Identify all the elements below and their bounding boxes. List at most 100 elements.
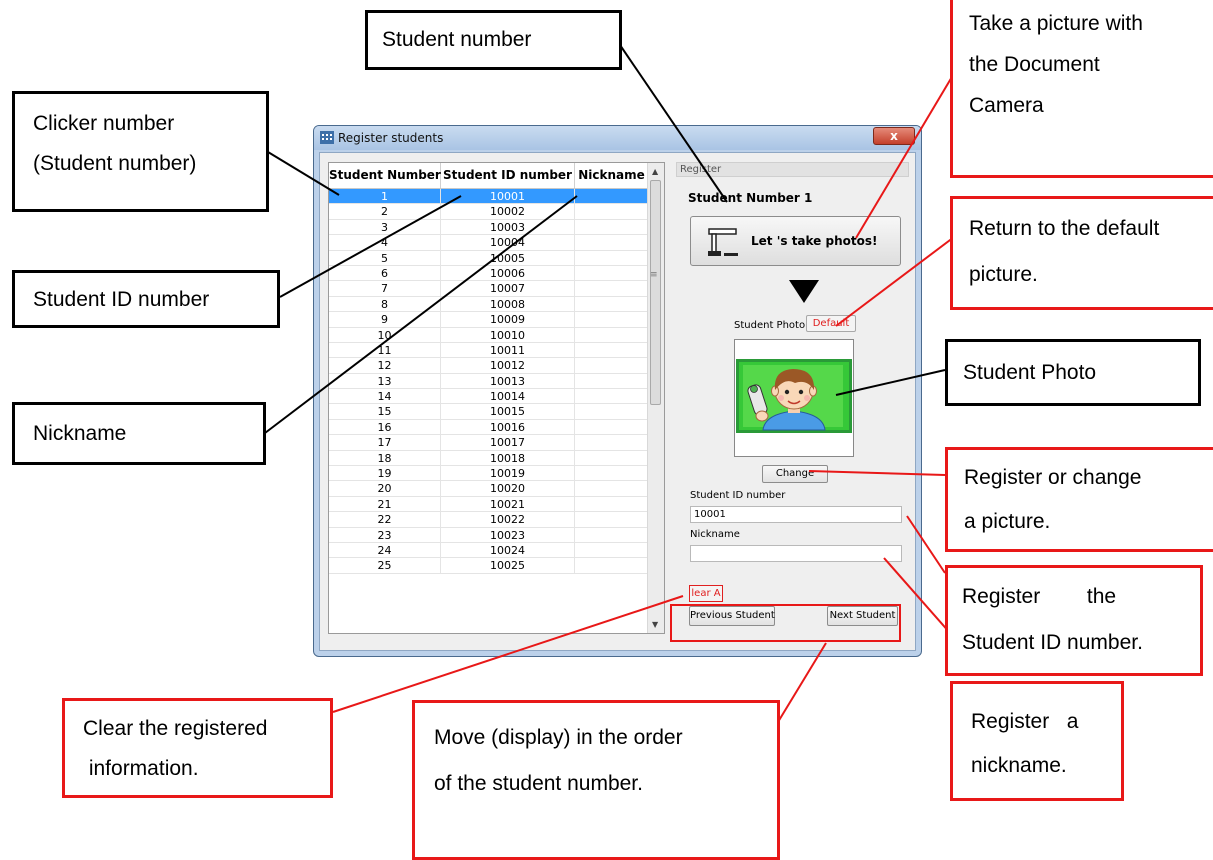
nickname-cell[interactable] <box>575 466 649 482</box>
nickname-cell[interactable] <box>575 435 649 451</box>
table-row[interactable]: 18 10018 <box>329 450 664 467</box>
student-number-cell[interactable]: 20 <box>329 481 441 497</box>
table-row[interactable]: 8 10008 <box>329 296 664 313</box>
student-number-cell[interactable]: 8 <box>329 296 441 313</box>
nickname-cell[interactable] <box>575 189 649 205</box>
table-row[interactable]: 15 10015 <box>329 404 664 420</box>
nickname-cell[interactable] <box>575 312 649 328</box>
nickname-cell[interactable] <box>575 342 649 359</box>
nickname-cell[interactable] <box>575 419 649 436</box>
student-number-cell[interactable]: 14 <box>329 389 441 405</box>
table-row[interactable]: 4 10004 <box>329 235 664 251</box>
student-number-cell[interactable]: 15 <box>329 404 441 420</box>
nickname-cell[interactable] <box>575 527 649 543</box>
table-row[interactable]: 14 10014 <box>329 389 664 405</box>
nickname-cell[interactable] <box>575 404 649 420</box>
title-bar[interactable]: Register students x <box>314 126 921 150</box>
table-row[interactable]: 24 10024 <box>329 542 664 559</box>
student-id-cell[interactable]: 10007 <box>441 281 575 297</box>
previous-student-button[interactable]: Previous Student <box>689 606 775 626</box>
table-row[interactable]: 20 10020 <box>329 481 664 497</box>
table-row[interactable]: 22 10022 <box>329 512 664 528</box>
nickname-cell[interactable] <box>575 296 649 313</box>
student-number-cell[interactable]: 25 <box>329 558 441 574</box>
student-id-cell[interactable]: 10015 <box>441 404 575 420</box>
table-row[interactable]: 16 10016 <box>329 419 664 436</box>
table-row[interactable]: 21 10021 <box>329 496 664 513</box>
student-id-cell[interactable]: 10011 <box>441 342 575 359</box>
table-row[interactable]: 7 10007 <box>329 281 664 297</box>
student-id-cell[interactable]: 10005 <box>441 250 575 266</box>
student-id-cell[interactable]: 10012 <box>441 358 575 374</box>
scroll-down-arrow-icon[interactable]: ▼ <box>652 620 658 629</box>
student-number-cell[interactable]: 22 <box>329 512 441 528</box>
student-number-cell[interactable]: 10 <box>329 327 441 343</box>
nickname-cell[interactable] <box>575 373 649 390</box>
student-id-cell[interactable]: 10024 <box>441 542 575 559</box>
table-row[interactable]: 2 10002 <box>329 204 664 220</box>
nickname-cell[interactable] <box>575 265 649 282</box>
table-row[interactable]: 6 10006 <box>329 265 664 282</box>
table-row[interactable]: 25 10025 <box>329 558 664 574</box>
student-id-cell[interactable]: 10001 <box>441 189 575 205</box>
student-number-cell[interactable]: 19 <box>329 466 441 482</box>
table-row[interactable]: 13 10013 <box>329 373 664 390</box>
table-row[interactable]: 11 10011 <box>329 342 664 359</box>
nickname-field[interactable] <box>690 545 902 562</box>
close-button[interactable]: x <box>873 127 915 145</box>
table-row[interactable]: 9 10009 <box>329 312 664 328</box>
student-number-cell[interactable]: 2 <box>329 204 441 220</box>
nickname-cell[interactable] <box>575 358 649 374</box>
table-row[interactable]: 1 10001 <box>329 189 664 205</box>
student-number-cell[interactable]: 3 <box>329 219 441 236</box>
student-id-cell[interactable]: 10022 <box>441 512 575 528</box>
student-id-cell[interactable]: 10006 <box>441 265 575 282</box>
nickname-cell[interactable] <box>575 235 649 251</box>
nickname-cell[interactable] <box>575 281 649 297</box>
student-id-cell[interactable]: 10013 <box>441 373 575 390</box>
student-number-cell[interactable]: 21 <box>329 496 441 513</box>
student-id-cell[interactable]: 10023 <box>441 527 575 543</box>
student-number-cell[interactable]: 9 <box>329 312 441 328</box>
nickname-cell[interactable] <box>575 219 649 236</box>
nickname-cell[interactable] <box>575 481 649 497</box>
student-id-cell[interactable]: 10016 <box>441 419 575 436</box>
student-number-cell[interactable]: 4 <box>329 235 441 251</box>
student-id-cell[interactable]: 10021 <box>441 496 575 513</box>
table-row[interactable]: 19 10019 <box>329 466 664 482</box>
table-row[interactable]: 12 10012 <box>329 358 664 374</box>
column-header-student-id[interactable]: Student ID number <box>441 163 575 188</box>
student-number-cell[interactable]: 18 <box>329 450 441 467</box>
nickname-cell[interactable] <box>575 542 649 559</box>
table-row[interactable]: 5 10005 <box>329 250 664 266</box>
change-photo-button[interactable]: Change <box>762 465 828 483</box>
student-number-cell[interactable]: 11 <box>329 342 441 359</box>
student-number-cell[interactable]: 24 <box>329 542 441 559</box>
student-grid[interactable]: Student Number Student ID number Nicknam… <box>328 162 665 634</box>
student-id-field[interactable]: 10001 <box>690 506 902 523</box>
nickname-cell[interactable] <box>575 327 649 343</box>
scroll-thumb[interactable] <box>650 180 661 405</box>
nickname-cell[interactable] <box>575 558 649 574</box>
next-student-button[interactable]: Next Student <box>827 606 898 626</box>
table-row[interactable]: 3 10003 <box>329 219 664 236</box>
table-row[interactable]: 17 10017 <box>329 435 664 451</box>
nickname-cell[interactable] <box>575 250 649 266</box>
student-id-cell[interactable]: 10018 <box>441 450 575 467</box>
scroll-up-arrow-icon[interactable]: ▲ <box>652 167 658 176</box>
student-id-cell[interactable]: 10009 <box>441 312 575 328</box>
nickname-cell[interactable] <box>575 204 649 220</box>
nickname-cell[interactable] <box>575 450 649 467</box>
student-number-cell[interactable]: 17 <box>329 435 441 451</box>
take-photos-button[interactable]: Let 's take photos! <box>690 216 901 266</box>
student-number-cell[interactable]: 13 <box>329 373 441 390</box>
student-number-cell[interactable]: 12 <box>329 358 441 374</box>
student-number-cell[interactable]: 1 <box>329 189 441 205</box>
student-number-cell[interactable]: 16 <box>329 419 441 436</box>
student-id-cell[interactable]: 10003 <box>441 219 575 236</box>
nickname-cell[interactable] <box>575 512 649 528</box>
student-number-cell[interactable]: 7 <box>329 281 441 297</box>
nickname-cell[interactable] <box>575 496 649 513</box>
student-id-cell[interactable]: 10010 <box>441 327 575 343</box>
student-number-cell[interactable]: 6 <box>329 265 441 282</box>
